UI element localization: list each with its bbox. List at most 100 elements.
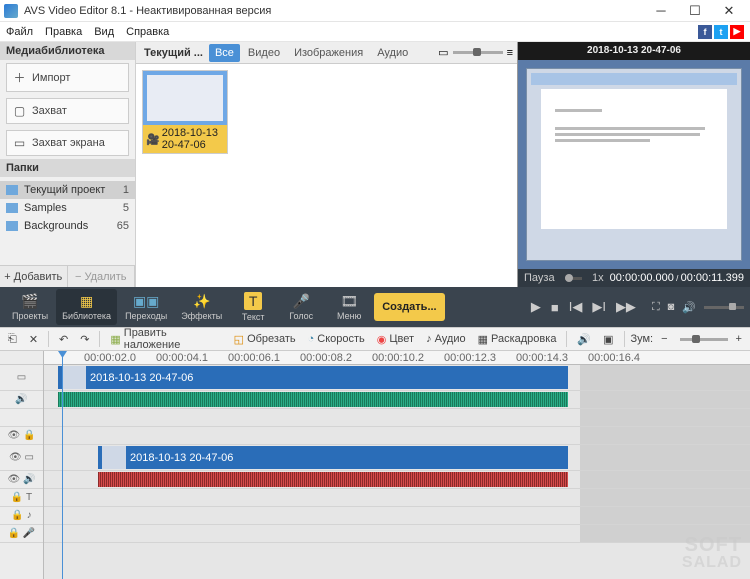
fast-forward-button[interactable]: ▶▶ <box>616 299 636 315</box>
misc-tool-icon[interactable]: ▣ <box>599 331 617 348</box>
view-toggle-icon[interactable]: ▭ <box>438 46 448 59</box>
menu-view[interactable]: Вид <box>94 26 114 38</box>
overlay-audio-waveform[interactable] <box>98 472 568 487</box>
video-track-label[interactable]: ▭ <box>0 365 43 391</box>
overlay-track-label[interactable]: 👁 ▭ <box>0 445 43 471</box>
zoom-in-button[interactable]: + <box>732 331 746 347</box>
youtube-icon[interactable]: ▶ <box>730 25 744 39</box>
redo-button[interactable]: ↷ <box>76 331 93 348</box>
effects-button[interactable]: ✨Эффекты <box>175 289 228 325</box>
voice-track-label[interactable]: 🔒 🎤 <box>0 525 43 543</box>
zoom-slider[interactable] <box>680 338 728 341</box>
overlay-audio-label[interactable]: 👁 🔊 <box>0 471 43 489</box>
fullscreen-icon[interactable]: ⛶ <box>652 301 660 314</box>
storyboard-button[interactable]: ▦Раскадровка <box>474 331 561 348</box>
overlay-audio-track[interactable] <box>44 471 750 489</box>
folder-samples[interactable]: Samples5 <box>0 199 135 217</box>
overlay-clip[interactable]: 2018-10-13 20-47-06 <box>98 446 568 469</box>
crop-button[interactable]: ◱Обрезать <box>230 331 300 348</box>
thumbnail-size-slider[interactable] <box>453 51 503 54</box>
delete-button[interactable]: ✕ <box>25 331 42 348</box>
menubar: Файл Правка Вид Справка f t ▶ <box>0 22 750 42</box>
projects-button[interactable]: 🎬Проекты <box>6 289 54 325</box>
video-track[interactable]: 2018-10-13 20-47-06 <box>44 365 750 391</box>
capture-button[interactable]: ▢Захват <box>6 98 129 124</box>
color-button[interactable]: ◉Цвет <box>373 331 418 348</box>
video-clip[interactable]: 2018-10-13 20-47-06 <box>58 366 568 389</box>
track-labels: ▭ 🔊 👁 🔒 👁 ▭ 👁 🔊 🔒 T 🔒 ♪ 🔒 🎤 <box>0 351 44 579</box>
camera-icon: ▢ <box>13 104 26 118</box>
overlay-button[interactable]: ▦Править наложение <box>106 325 225 353</box>
menu-file[interactable]: Файл <box>6 26 33 38</box>
volume-toggle-icon[interactable]: 🔊 <box>573 331 595 348</box>
snapshot-icon[interactable]: ◙ <box>668 301 675 313</box>
music-track[interactable] <box>44 507 750 525</box>
maximize-button[interactable]: ☐ <box>678 0 712 22</box>
speed-button[interactable]: ◔Скорость <box>304 331 369 347</box>
voice-button[interactable]: 🎤Голос <box>278 289 324 325</box>
volume-icon[interactable]: 🔊 <box>682 301 696 314</box>
media-item[interactable]: 🎥2018-10-13 20-47-06 <box>142 70 228 154</box>
preview-viewport[interactable] <box>518 60 750 269</box>
menu-help[interactable]: Справка <box>126 26 169 38</box>
time-ruler[interactable]: 00:00:02.0 00:00:04.1 00:00:06.1 00:00:0… <box>44 351 750 365</box>
audio-track[interactable] <box>44 391 750 409</box>
undo-button[interactable]: ↶ <box>55 331 72 348</box>
facebook-icon[interactable]: f <box>698 25 712 39</box>
zoom-out-button[interactable]: − <box>657 331 671 347</box>
audio-icon: ♪ <box>426 333 432 345</box>
folder-current-project[interactable]: Текущий проект1 <box>0 181 135 199</box>
video-icon: 🎥 <box>146 133 160 146</box>
fx-track[interactable] <box>44 427 750 445</box>
screen-capture-button[interactable]: ▭Захват экрана <box>6 130 129 156</box>
volume-slider[interactable] <box>704 306 744 309</box>
add-folder-button[interactable]: +Добавить <box>0 266 68 287</box>
minimize-button[interactable]: ─ <box>644 0 678 22</box>
track-visibility[interactable]: 👁 🔒 <box>0 427 43 445</box>
prev-frame-button[interactable]: I◀ <box>569 299 583 315</box>
track-area[interactable]: 00:00:02.0 00:00:04.1 00:00:06.1 00:00:0… <box>44 351 750 579</box>
effects-icon: ✨ <box>194 293 210 309</box>
media-grid[interactable]: 🎥2018-10-13 20-47-06 <box>136 64 517 287</box>
close-button[interactable]: ✕ <box>712 0 746 22</box>
prev-clip-button[interactable]: ⎗ <box>4 331 21 348</box>
overlay-video-track[interactable]: 2018-10-13 20-47-06 <box>44 445 750 471</box>
sidebar-header: Медиабиблиотека <box>0 42 135 60</box>
folder-icon <box>6 221 18 231</box>
spacer-row <box>0 409 43 427</box>
list-view-icon[interactable]: ≡ <box>507 47 513 59</box>
tab-audio[interactable]: Аудио <box>371 44 414 62</box>
play-button[interactable]: ▶ <box>531 299 541 315</box>
tab-video[interactable]: Видео <box>242 44 286 62</box>
audio-button[interactable]: ♪Аудио <box>422 331 470 347</box>
preview-scrubber[interactable] <box>565 277 582 280</box>
titlebar: AVS Video Editor 8.1 - Неактивированная … <box>0 0 750 22</box>
create-button[interactable]: Создать... <box>374 293 444 321</box>
music-track-label[interactable]: 🔒 ♪ <box>0 507 43 525</box>
overlay-icon: ▦ <box>110 333 120 346</box>
preview-panel: 2018-10-13 20-47-06 Пауза 1x 00:00:00.00… <box>518 42 750 287</box>
menu-edit[interactable]: Правка <box>45 26 82 38</box>
twitter-icon[interactable]: t <box>714 25 728 39</box>
voice-track[interactable] <box>44 525 750 543</box>
playhead[interactable] <box>62 351 63 579</box>
speed-icon: ◔ <box>308 333 315 345</box>
stop-button[interactable]: ■ <box>551 300 559 315</box>
transitions-button[interactable]: ▣▣Переходы <box>119 289 173 325</box>
audio-track-label[interactable]: 🔊 <box>0 391 43 409</box>
next-frame-button[interactable]: ▶I <box>592 299 606 315</box>
folder-backgrounds[interactable]: Backgrounds65 <box>0 217 135 235</box>
plus-icon: ＋ <box>13 69 26 86</box>
text-track-label[interactable]: 🔒 T <box>0 489 43 507</box>
audio-waveform[interactable] <box>58 392 568 407</box>
library-button[interactable]: ▦Библиотека <box>56 289 117 325</box>
import-button[interactable]: ＋Импорт <box>6 63 129 92</box>
tab-images[interactable]: Изображения <box>288 44 369 62</box>
menu-button[interactable]: 🎞Меню <box>326 289 372 325</box>
text-track[interactable] <box>44 489 750 507</box>
tab-all[interactable]: Все <box>209 44 240 62</box>
gap-track <box>44 409 750 427</box>
main-toolbar: 🎬Проекты ▦Библиотека ▣▣Переходы ✨Эффекты… <box>0 287 750 327</box>
delete-folder-button[interactable]: −Удалить <box>68 266 136 287</box>
text-button[interactable]: TТекст <box>230 289 276 325</box>
